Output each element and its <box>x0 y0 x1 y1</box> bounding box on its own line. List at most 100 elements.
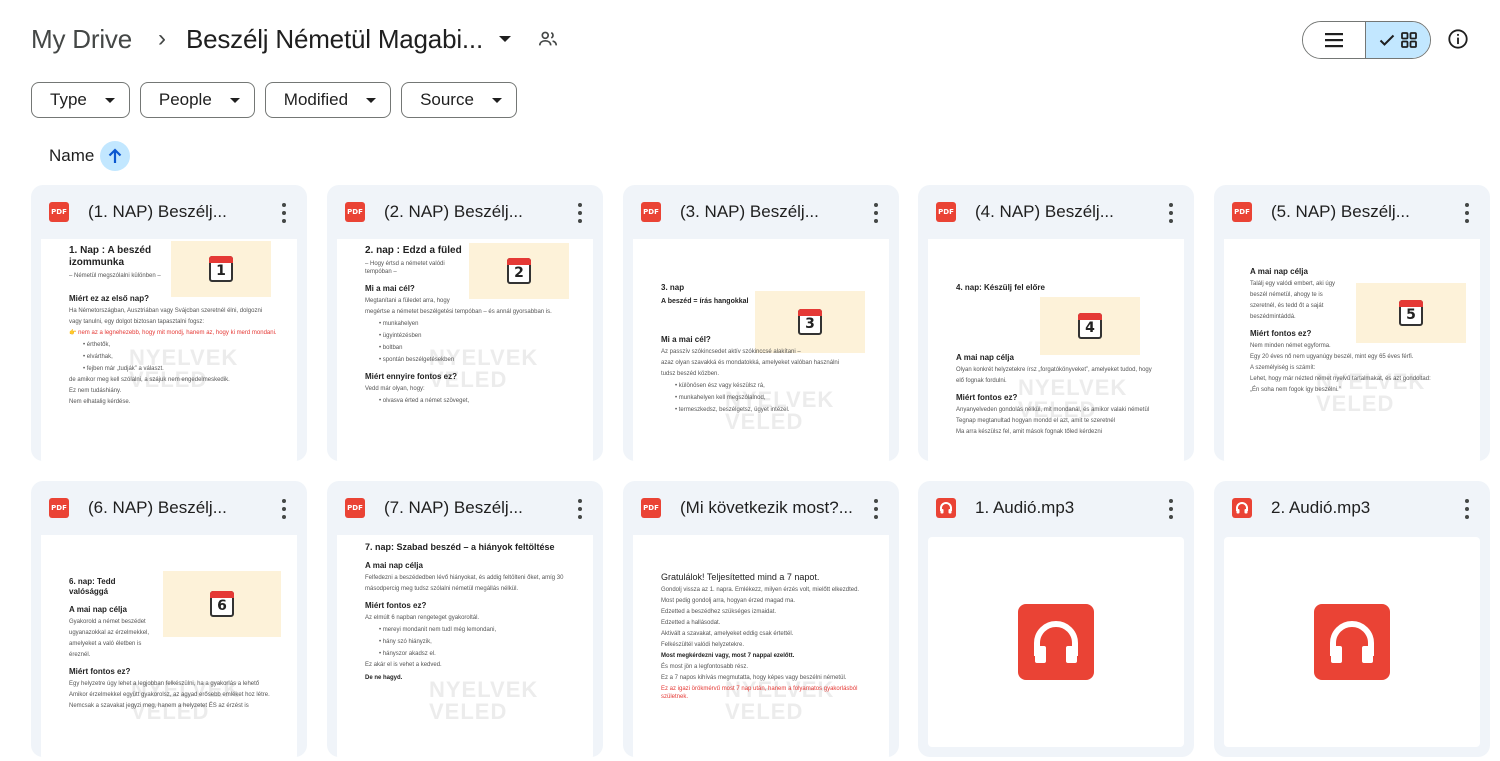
file-preview: 4 NYELVEK VELED 4. nap: Készülj fel előr… <box>928 239 1184 461</box>
file-card-header: PDF (5. NAP) Beszélj... <box>1214 185 1490 239</box>
sort-control: Name <box>49 141 131 171</box>
more-actions-icon[interactable] <box>1163 499 1179 519</box>
check-icon <box>1379 34 1395 46</box>
file-card[interactable]: PDF (5. NAP) Beszélj... 5 NYELVEK VELED … <box>1214 185 1490 461</box>
chevron-down-icon <box>229 97 240 103</box>
filter-label: Type <box>50 90 87 109</box>
grid-icon <box>1401 32 1417 48</box>
arrow-up-icon <box>109 148 122 163</box>
view-toggle <box>1302 21 1431 59</box>
chevron-down-icon <box>366 97 377 103</box>
pdf-icon: PDF <box>49 202 69 222</box>
more-actions-icon[interactable] <box>572 499 588 519</box>
doc-preview-text: Gratulálok! Teljesítetted mind a 7 napot… <box>661 572 860 700</box>
file-preview: 3 NYELVEK VELED 3. nap A beszéd = írás h… <box>633 239 889 461</box>
filter-modified[interactable]: Modified <box>264 82 392 118</box>
file-card-header: PDF (4. NAP) Beszélj... <box>918 185 1194 239</box>
watermark: NYELVEK VELED <box>429 677 539 724</box>
more-actions-icon[interactable] <box>572 203 588 223</box>
file-card-header: PDF (1. NAP) Beszélj... <box>31 185 307 239</box>
breadcrumb: My Drive › Beszélj Németül Magabi... <box>31 18 559 60</box>
headphones-icon <box>1314 604 1390 680</box>
list-icon <box>1325 33 1343 48</box>
breadcrumb-current-folder[interactable]: Beszélj Németül Magabi... <box>186 24 483 55</box>
headphones-icon <box>1018 604 1094 680</box>
filter-label: People <box>158 90 212 109</box>
more-actions-icon[interactable] <box>1163 203 1179 223</box>
file-preview: 2 NYELVEK VELED 2. nap : Edzd a füled – … <box>337 239 593 461</box>
file-preview: NYELVEK VELED Gratulálok! Teljesítetted … <box>633 535 889 757</box>
pdf-icon: PDF <box>641 202 661 222</box>
filter-source[interactable]: Source <box>401 82 517 118</box>
file-title: (5. NAP) Beszélj... <box>1271 202 1410 221</box>
doc-preview-text: 3. nap A beszéd = írás hangokkal Mi a ma… <box>661 283 840 413</box>
filter-label: Modified <box>283 90 349 109</box>
file-preview: 5 NYELVEK VELED A mai nap célja Találj e… <box>1224 239 1480 461</box>
sort-by-name[interactable]: Name <box>49 146 94 166</box>
file-card[interactable]: PDF (7. NAP) Beszélj... NYELVEK VELED 7.… <box>327 481 603 757</box>
file-title: (2. NAP) Beszélj... <box>384 202 523 221</box>
file-title: 1. Audió.mp3 <box>975 498 1075 517</box>
file-title: (6. NAP) Beszélj... <box>88 498 227 517</box>
file-card-header: PDF (6. NAP) Beszélj... <box>31 481 307 535</box>
file-card[interactable]: PDF (2. NAP) Beszélj... 2 NYELVEK VELED … <box>327 185 603 461</box>
doc-preview-text: 1. Nap : A beszéd izommunka – Németül me… <box>69 245 277 405</box>
more-actions-icon[interactable] <box>1459 499 1475 519</box>
headphones-icon <box>1232 498 1252 518</box>
file-card[interactable]: 1. Audió.mp3 <box>918 481 1194 757</box>
file-card-header: PDF (Mi következik most?... <box>623 481 899 535</box>
file-card[interactable]: 2. Audió.mp3 <box>1214 481 1490 757</box>
file-title: 2. Audió.mp3 <box>1271 498 1371 517</box>
doc-preview-text: 7. nap: Szabad beszéd – a hiányok feltöl… <box>365 542 564 681</box>
pdf-icon: PDF <box>345 202 365 222</box>
people-icon[interactable] <box>537 28 559 50</box>
list-view-button[interactable] <box>1303 22 1366 58</box>
file-card-header: 2. Audió.mp3 <box>1214 481 1490 535</box>
doc-preview-text: 6. nap: Tedd valósággá A mai nap célja G… <box>69 577 270 709</box>
file-card-header: 1. Audió.mp3 <box>918 481 1194 535</box>
file-preview: NYELVEK VELED 7. nap: Szabad beszéd – a … <box>337 535 593 757</box>
file-card[interactable]: PDF (Mi következik most?... NYELVEK VELE… <box>623 481 899 757</box>
breadcrumb-separator: › <box>157 25 166 52</box>
file-card[interactable]: PDF (4. NAP) Beszélj... 4 NYELVEK VELED … <box>918 185 1194 461</box>
pdf-icon: PDF <box>345 498 365 518</box>
file-preview: 6 NYELVEK VELED 6. nap: Tedd valósággá A… <box>41 535 297 757</box>
file-title: (3. NAP) Beszélj... <box>680 202 819 221</box>
sort-direction-button[interactable] <box>100 141 131 171</box>
doc-preview-text: 4. nap: Készülj fel előre A mai nap célj… <box>956 283 1152 435</box>
file-card[interactable]: PDF (6. NAP) Beszélj... 6 NYELVEK VELED … <box>31 481 307 757</box>
file-card-header: PDF (3. NAP) Beszélj... <box>623 185 899 239</box>
folder-menu-dropdown-icon[interactable] <box>498 36 511 42</box>
filter-people[interactable]: People <box>139 82 255 118</box>
file-title: (1. NAP) Beszélj... <box>88 202 227 221</box>
doc-preview-text: A mai nap célja Találj egy valódi embert… <box>1250 267 1431 393</box>
pdf-icon: PDF <box>936 202 956 222</box>
headphones-icon <box>936 498 956 518</box>
file-card-header: PDF (7. NAP) Beszélj... <box>327 481 603 535</box>
file-title: (Mi következik most?... <box>680 498 853 517</box>
file-title: (4. NAP) Beszélj... <box>975 202 1114 221</box>
file-preview <box>928 537 1184 747</box>
chevron-down-icon <box>104 97 115 103</box>
file-title: (7. NAP) Beszélj... <box>384 498 523 517</box>
pdf-icon: PDF <box>49 498 69 518</box>
grid-view-button[interactable] <box>1366 22 1430 58</box>
more-actions-icon[interactable] <box>868 499 884 519</box>
breadcrumb-my-drive[interactable]: My Drive <box>31 20 132 59</box>
more-actions-icon[interactable] <box>276 499 292 519</box>
filter-type[interactable]: Type <box>31 82 130 118</box>
file-card[interactable]: PDF (1. NAP) Beszélj... 1 NYELVEK VELED … <box>31 185 307 461</box>
chevron-down-icon <box>491 97 502 103</box>
more-actions-icon[interactable] <box>868 203 884 223</box>
file-preview: 1 NYELVEK VELED 1. Nap : A beszéd izommu… <box>41 239 297 461</box>
filter-label: Source <box>420 90 474 109</box>
pdf-icon: PDF <box>641 498 661 518</box>
filter-bar: Type People Modified Source <box>31 82 517 118</box>
file-card[interactable]: PDF (3. NAP) Beszélj... 3 NYELVEK VELED … <box>623 185 899 461</box>
more-actions-icon[interactable] <box>276 203 292 223</box>
pdf-icon: PDF <box>1232 202 1252 222</box>
file-card-header: PDF (2. NAP) Beszélj... <box>327 185 603 239</box>
file-preview <box>1224 537 1480 747</box>
info-icon[interactable] <box>1447 28 1469 50</box>
more-actions-icon[interactable] <box>1459 203 1475 223</box>
